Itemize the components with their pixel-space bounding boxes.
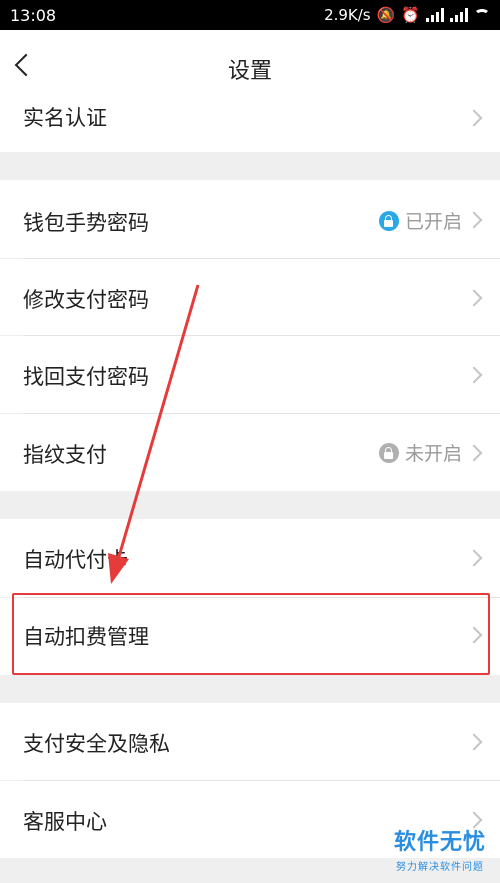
watermark-subtitle: 努力解决软件问题	[395, 862, 484, 873]
annotation-arrow-icon	[108, 284, 200, 584]
watermark: 软件无忧 努力解决软件问题	[394, 824, 486, 873]
watermark-title: 软件无忧	[393, 830, 486, 855]
